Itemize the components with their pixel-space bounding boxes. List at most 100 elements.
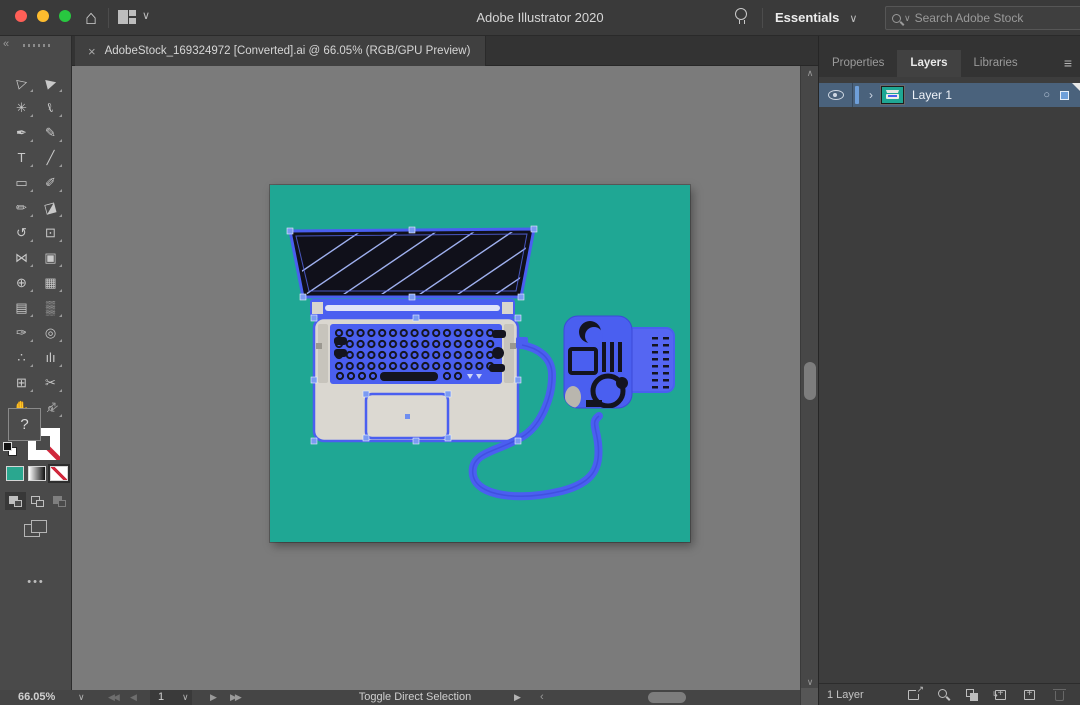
gradient-tool[interactable]: ▒ — [36, 295, 65, 320]
layer-visibility-toggle[interactable] — [819, 83, 853, 107]
tab-properties[interactable]: Properties — [819, 50, 897, 77]
panel-menu-icon[interactable]: ≡ — [1064, 50, 1072, 77]
locate-object-icon[interactable] — [936, 688, 952, 702]
right-panel: Properties Layers Libraries ≡ › Layer 1 — [818, 36, 1080, 705]
delete-layer-icon[interactable] — [1052, 688, 1068, 702]
artwork[interactable] — [270, 185, 690, 542]
tab-libraries[interactable]: Libraries — [961, 50, 1031, 77]
layer-selected-art-indicator[interactable] — [1060, 91, 1069, 100]
change-screen-mode-icon[interactable] — [24, 520, 48, 538]
perspective-grid-tool[interactable]: ▦ — [36, 270, 65, 295]
magic-wand-tool-icon: ✳ — [16, 101, 27, 114]
symbol-sprayer-tool[interactable]: ∴ — [7, 345, 36, 370]
clipping-mask-icon[interactable] — [965, 688, 981, 702]
rotate-tool-icon: ↺ — [16, 226, 27, 239]
document-tab-label: AdobeStock_169324972 [Converted].ai @ 66… — [105, 45, 471, 57]
gradient-swatch-button[interactable] — [28, 466, 46, 481]
layer-name[interactable]: Layer 1 — [912, 88, 1043, 102]
rectangle-tool[interactable]: ▭ — [7, 170, 36, 195]
scroll-left-icon[interactable]: ‹ — [540, 690, 544, 705]
none-swatch-button[interactable] — [50, 466, 68, 481]
layers-panel-footer: 1 Layer ↗ ↳+ + — [819, 683, 1080, 705]
adobe-stock-search: ∨ — [885, 6, 1080, 30]
zoom-chevron-icon[interactable]: ∨ — [78, 690, 85, 705]
layer-selection-bar — [855, 86, 859, 104]
lasso-tool[interactable]: ℓ — [36, 95, 65, 120]
column-graph-tool[interactable]: ılı — [36, 345, 65, 370]
scroll-up-icon[interactable]: ∧ — [801, 68, 819, 79]
width-tool[interactable]: ⋈ — [7, 245, 36, 270]
free-transform-tool-icon: ▣ — [44, 251, 56, 264]
new-sublayer-icon[interactable]: ↳+ — [994, 688, 1010, 702]
line-segment-tool[interactable]: ╱ — [36, 145, 65, 170]
shaper-tool-icon: ✏ — [16, 201, 27, 214]
search-chevron-icon[interactable]: ∨ — [904, 13, 911, 24]
layer-thumbnail[interactable] — [881, 86, 904, 104]
laptop-hinge[interactable] — [310, 299, 515, 318]
collect-for-export-icon[interactable]: ↗ — [907, 688, 923, 702]
collapse-panel-icon[interactable]: « — [3, 38, 9, 50]
workspace-switcher[interactable]: Essentials∨ — [775, 0, 857, 36]
laptop-trackpad[interactable] — [366, 394, 448, 438]
vertical-scroll-thumb[interactable] — [804, 362, 816, 400]
layer-expand-icon[interactable]: › — [869, 88, 873, 102]
discover-lightbulb-icon[interactable] — [735, 8, 747, 20]
pen-tool[interactable]: ✒ — [7, 120, 36, 145]
layer-target-icon[interactable]: ○ — [1043, 89, 1050, 101]
direct-selection-tool[interactable]: ▶ — [36, 70, 65, 95]
type-tool[interactable]: T — [7, 145, 36, 170]
layer-count-label: 1 Layer — [827, 689, 907, 701]
horizontal-scroll-thumb[interactable] — [648, 692, 686, 703]
eyedropper-tool[interactable]: ✑ — [7, 320, 36, 345]
canvas[interactable] — [72, 66, 800, 690]
paintbrush-tool[interactable]: ✐ — [36, 170, 65, 195]
draw-behind-mode-button[interactable] — [27, 492, 48, 510]
status-menu-arrow-icon[interactable]: ▶ — [514, 690, 521, 705]
first-artboard-button[interactable]: ◀◀ — [108, 690, 118, 705]
close-tab-icon[interactable]: × — [88, 44, 96, 59]
color-swatch-button[interactable] — [6, 466, 24, 481]
magic-wand-tool[interactable]: ✳ — [7, 95, 36, 120]
zoom-level-dropdown[interactable]: 66.05% — [18, 690, 55, 705]
tab-layers[interactable]: Layers — [897, 50, 960, 77]
draw-inside-mode-button[interactable] — [49, 492, 70, 510]
laptop-screen[interactable] — [270, 223, 601, 301]
scale-tool[interactable]: ⊡ — [36, 220, 65, 245]
free-transform-tool[interactable]: ▣ — [36, 245, 65, 270]
mesh-tool[interactable]: ▤ — [7, 295, 36, 320]
shape-builder-tool[interactable]: ⊕ — [7, 270, 36, 295]
selection-tool[interactable]: ▷ — [7, 70, 36, 95]
titlebar-separator — [762, 8, 763, 28]
status-display-text: Toggle Direct Selection — [300, 690, 530, 705]
artboard[interactable] — [270, 185, 690, 542]
eraser-tool[interactable]: ◪ — [36, 195, 65, 220]
new-layer-icon[interactable]: + — [1023, 688, 1039, 702]
edit-toolbar-icon[interactable]: ••• — [0, 576, 72, 588]
shaper-tool[interactable]: ✏ — [7, 195, 36, 220]
artboard-chevron-icon[interactable]: ∨ — [182, 690, 189, 705]
eraser-tool-icon: ◪ — [43, 200, 58, 216]
default-fill-stroke-icon[interactable] — [3, 442, 17, 456]
curvature-tool[interactable]: ✎ — [36, 120, 65, 145]
draw-normal-mode-button[interactable] — [5, 492, 26, 510]
fill-indicator[interactable]: ? — [8, 408, 41, 441]
panel-grip-handle[interactable] — [23, 44, 51, 47]
last-artboard-button[interactable]: ▶▶ — [230, 690, 240, 705]
artboard-tool[interactable]: ⊞ — [7, 370, 36, 395]
next-artboard-button[interactable]: ▶ — [210, 690, 217, 705]
layer-row[interactable]: › Layer 1 ○ — [819, 83, 1080, 107]
panel-tab-bar: Properties Layers Libraries — [819, 50, 1080, 77]
column-graph-tool-icon: ılı — [45, 351, 55, 364]
tools-panel: « ▷▶✳ℓ✒✎T╱▭✐✏◪↺⊡⋈▣⊕▦▤▒✑◎∴ılı⊞✂✋⌕ ⇄ ? ••• — [0, 36, 72, 690]
slice-tool[interactable]: ✂ — [36, 370, 65, 395]
previous-artboard-button[interactable]: ◀ — [130, 690, 137, 705]
gradient-tool-icon: ▒ — [46, 301, 55, 314]
camera[interactable] — [564, 316, 674, 408]
scroll-down-icon[interactable]: ∨ — [801, 677, 819, 688]
scrollbar-corner — [800, 688, 818, 705]
document-tab[interactable]: × AdobeStock_169324972 [Converted].ai @ … — [75, 36, 486, 66]
blend-tool[interactable]: ◎ — [36, 320, 65, 345]
search-input[interactable] — [915, 11, 1078, 25]
vertical-scrollbar[interactable]: ∧ ∨ — [800, 66, 818, 690]
rotate-tool[interactable]: ↺ — [7, 220, 36, 245]
